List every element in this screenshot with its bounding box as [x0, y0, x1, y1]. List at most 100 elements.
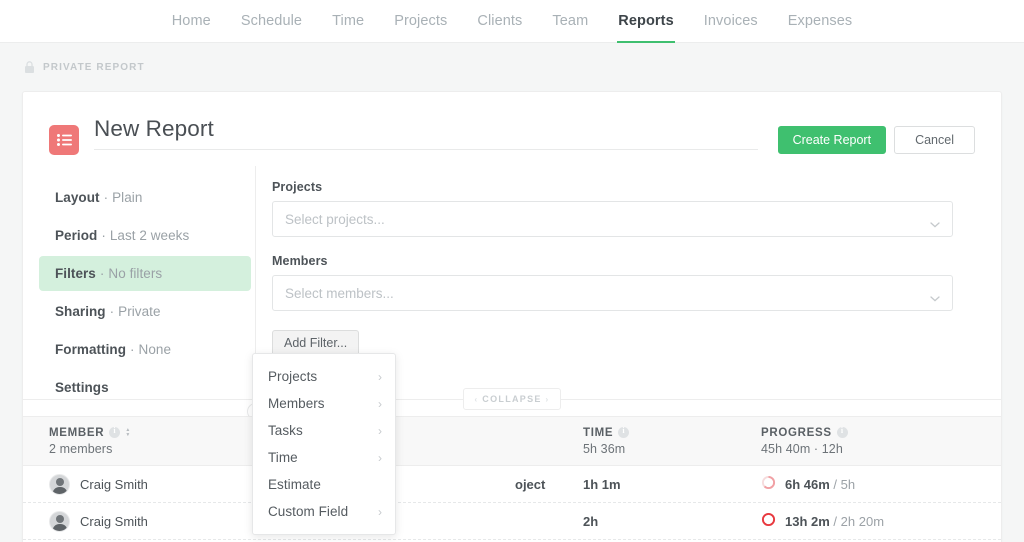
progress-separator: /: [830, 477, 841, 492]
progress-ring-icon: [761, 512, 776, 530]
sidebar-item-value: None: [139, 342, 171, 357]
nav-item-clients[interactable]: Clients: [462, 0, 537, 42]
collapse-left-mark: ‹: [475, 395, 479, 404]
sidebar-item-settings[interactable]: Settings: [39, 370, 251, 405]
sidebar-item-separator: ·: [110, 304, 115, 319]
table-body: Craig Smithoject1h 1m6h 46m / 5hCraig Sm…: [23, 466, 1001, 540]
add-filter-dropdown-menu[interactable]: Projects › Members › Tasks › Time › Estimate Cust…: [252, 353, 396, 535]
sidebar-item-layout[interactable]: Layout·Plain: [39, 180, 251, 215]
report-editor-card: New Report Create Report Cancel Layout·P…: [22, 91, 1002, 542]
progress-value: 13h 2m / 2h 20m: [785, 514, 884, 529]
nav-item-home[interactable]: Home: [157, 0, 226, 42]
chevron-right-icon: ›: [378, 425, 382, 437]
info-icon[interactable]: [618, 427, 629, 438]
column-header-title-row: TIME: [583, 427, 761, 439]
sidebar-item-separator: ·: [101, 228, 106, 243]
chevron-right-icon: ›: [378, 371, 382, 383]
progress-value: 6h 46m / 5h: [785, 477, 855, 492]
sidebar-item-label: Formatting: [55, 342, 126, 357]
projects-select[interactable]: Select projects...: [272, 201, 953, 237]
menu-item-tasks[interactable]: Tasks ›: [253, 417, 395, 444]
sort-icon[interactable]: ▲▼: [125, 428, 131, 438]
menu-item-custom-field[interactable]: Custom Field›: [253, 498, 395, 525]
report-editor-body: Layout·PlainPeriod·Last 2 weeksFilters·N…: [23, 166, 1001, 408]
projects-field-label: Projects: [272, 180, 953, 194]
sidebar-item-filters[interactable]: Filters·No filters: [39, 256, 251, 291]
table-header-row: MEMBER▲▼2 membersTIME5h 36mPROGRESS45h 4…: [23, 416, 1001, 466]
sidebar-item-label: Filters: [55, 266, 96, 281]
chevron-down-icon: [930, 290, 940, 305]
nav-item-invoices[interactable]: Invoices: [689, 0, 773, 42]
lock-icon: [24, 61, 35, 74]
nav-item-projects[interactable]: Projects: [379, 0, 462, 42]
nav-item-reports[interactable]: Reports: [603, 0, 689, 42]
chevron-down-icon: [930, 216, 940, 231]
nav-item-time[interactable]: Time: [317, 0, 379, 42]
menu-item-time[interactable]: Time ›: [253, 444, 395, 471]
chevron-right-icon: ›: [378, 506, 382, 518]
members-select-placeholder: Select members...: [285, 286, 394, 301]
progress-actual: 13h 2m: [785, 514, 830, 529]
menu-item-members[interactable]: Members ›: [253, 390, 395, 417]
sidebar-item-separator: ·: [100, 266, 105, 281]
main-navigation: HomeScheduleTimeProjectsClientsTeamRepor…: [0, 0, 1024, 43]
report-list-icon: [49, 125, 79, 155]
column-header-time: TIME 5h 36m: [583, 427, 761, 456]
table-row[interactable]: Craig Smith oject1h 1m 6h 46m / 5h: [23, 466, 1001, 503]
report-title-input[interactable]: New Report: [94, 115, 758, 150]
task-cell: oject: [383, 477, 583, 492]
report-title-text: New Report: [94, 115, 758, 143]
time-cell: 1h 1m: [583, 477, 761, 492]
nav-item-schedule[interactable]: Schedule: [226, 0, 317, 42]
report-settings-sidebar: Layout·PlainPeriod·Last 2 weeksFilters·N…: [39, 166, 251, 408]
menu-item-label: Tasks: [268, 423, 303, 438]
create-report-button[interactable]: Create Report: [778, 126, 887, 154]
menu-item-estimate[interactable]: Estimate: [253, 471, 395, 498]
sidebar-item-sharing[interactable]: Sharing·Private: [39, 294, 251, 329]
progress-cell: 6h 46m / 5h: [761, 475, 975, 493]
sidebar-item-separator: ·: [104, 190, 109, 205]
progress-separator: /: [830, 514, 841, 529]
members-field-label: Members: [272, 254, 953, 268]
members-select[interactable]: Select members...: [272, 275, 953, 311]
menu-item-label: Members: [268, 396, 325, 411]
collapse-button[interactable]: ‹ COLLAPSE ›: [463, 388, 562, 410]
sidebar-item-value: Private: [118, 304, 160, 319]
progress-total: 2h 20m: [841, 514, 884, 529]
menu-item-label: Time: [268, 450, 298, 465]
avatar: [49, 511, 70, 532]
menu-item-label: Projects: [268, 369, 317, 384]
progress-ring-icon: [761, 475, 776, 493]
menu-item-projects[interactable]: Projects ›: [253, 363, 395, 390]
info-icon[interactable]: [837, 427, 848, 438]
sidebar-item-value: Last 2 weeks: [110, 228, 189, 243]
report-header: New Report Create Report Cancel: [23, 92, 1001, 166]
table-row[interactable]: Craig Smith2h13h 2m / 2h 20m: [23, 503, 1001, 540]
menu-item-label: Estimate: [268, 477, 321, 492]
column-header-subtext: 45h 40m · 12h: [761, 442, 975, 456]
sidebar-item-separator: ·: [130, 342, 135, 357]
sidebar-item-label: Settings: [55, 380, 109, 395]
cancel-button[interactable]: Cancel: [894, 126, 975, 154]
column-header-label: PROGRESS: [761, 427, 832, 439]
private-report-label: PRIVATE REPORT: [43, 62, 145, 73]
info-icon[interactable]: [109, 427, 120, 438]
progress-cell: 13h 2m / 2h 20m: [761, 512, 975, 530]
progress-actual: 6h 46m: [785, 477, 830, 492]
chevron-right-icon: ›: [378, 398, 382, 410]
chevron-right-icon: ›: [378, 452, 382, 464]
avatar: [49, 474, 70, 495]
collapse-label: COLLAPSE: [482, 394, 541, 404]
sidebar-item-formatting[interactable]: Formatting · None: [39, 332, 251, 367]
column-header-label: MEMBER: [49, 427, 104, 439]
column-header-title-row: PROGRESS: [761, 427, 975, 439]
sidebar-item-period[interactable]: Period·Last 2 weeks: [39, 218, 251, 253]
column-header-label: TIME: [583, 427, 613, 439]
nav-item-team[interactable]: Team: [537, 0, 603, 42]
nav-item-expenses[interactable]: Expenses: [773, 0, 867, 42]
column-header-task: [383, 440, 583, 443]
report-results-table: MEMBER▲▼2 membersTIME5h 36mPROGRESS45h 4…: [23, 416, 1001, 540]
member-name: Craig Smith: [80, 477, 148, 492]
private-report-banner: PRIVATE REPORT: [0, 43, 1024, 91]
column-header-subtext: 5h 36m: [583, 442, 761, 456]
